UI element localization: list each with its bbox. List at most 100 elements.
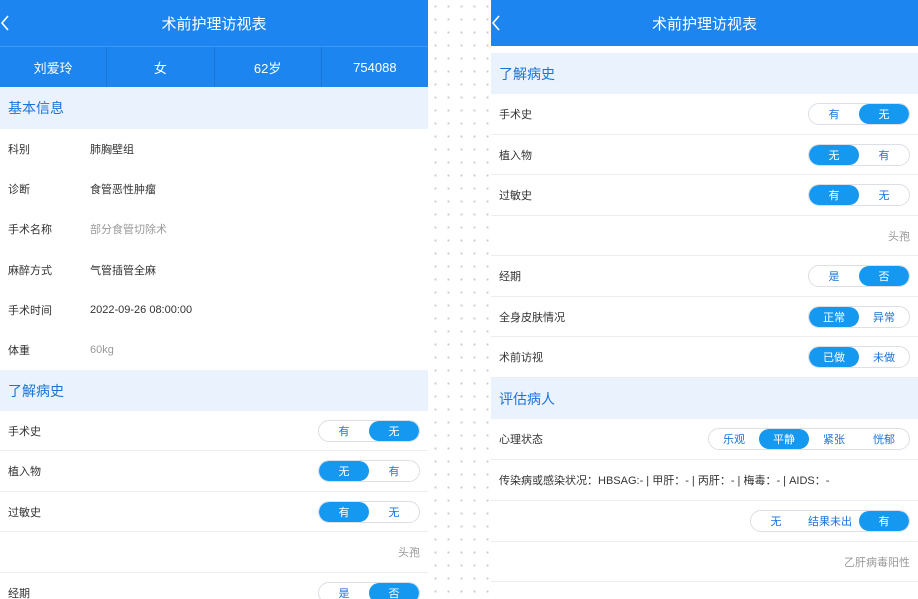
option-yes[interactable]: 有 bbox=[369, 461, 419, 481]
left-screen: 术前护理访视表 刘爱玲 女 62岁 754088 基本信息 科别 肺胸壁组 诊断… bbox=[0, 0, 428, 599]
page-title: 术前护理访视表 bbox=[651, 15, 757, 33]
option-done[interactable]: 已做 bbox=[809, 347, 859, 367]
section-history: 了解病史 bbox=[0, 370, 428, 411]
info-label: 科别 bbox=[8, 144, 30, 156]
row-surgery-history: 手术史 有 无 bbox=[491, 94, 918, 135]
patient-id: 754088 bbox=[353, 59, 397, 75]
implant-toggle: 无 有 bbox=[318, 460, 420, 482]
row-surgery-history: 手术史 有 无 bbox=[0, 411, 428, 451]
row-mental-state: 心理状态 乐观 平静 紧张 恍郁 bbox=[491, 419, 918, 460]
surgery-history-toggle: 有 无 bbox=[318, 419, 420, 442]
option-yes[interactable]: 有 bbox=[809, 104, 859, 124]
row-label: 术前访视 bbox=[499, 352, 543, 364]
option-yes[interactable]: 是 bbox=[809, 266, 859, 286]
info-value: 2022-09-26 08:00:00 bbox=[90, 304, 193, 316]
info-value: 部分食管切除术 bbox=[90, 224, 167, 236]
chevron-left-icon bbox=[491, 15, 500, 31]
option-yes[interactable]: 有 bbox=[809, 185, 859, 205]
option-depressed[interactable]: 恍郁 bbox=[859, 429, 909, 449]
info-row-diagnosis: 诊断 食管恶性肿瘤 bbox=[0, 169, 428, 209]
row-label: 植入物 bbox=[8, 466, 41, 478]
info-label: 手术名称 bbox=[8, 224, 52, 236]
row-label: 心理状态 bbox=[499, 434, 543, 446]
option-abnormal[interactable]: 异常 bbox=[859, 307, 909, 327]
row-allergy: 过敏史 有 无 bbox=[491, 175, 918, 216]
option-no[interactable]: 无 bbox=[369, 502, 419, 522]
option-nervous[interactable]: 紧张 bbox=[809, 429, 859, 449]
allergy-note[interactable]: 头孢 bbox=[0, 532, 428, 573]
menstruation-toggle: 是 否 bbox=[808, 265, 910, 287]
row-label: 全身皮肤情况 bbox=[499, 311, 565, 324]
infection-status-text: 传染病或感染状况：HBSAG:- | 甲肝：- | 丙肝：- | 梅毒：- | … bbox=[491, 460, 918, 501]
row-label: 植入物 bbox=[499, 149, 532, 162]
allergy-toggle: 有 无 bbox=[318, 500, 420, 523]
back-button[interactable] bbox=[491, 0, 515, 46]
option-yes[interactable]: 有 bbox=[319, 501, 369, 522]
info-row-surgery-name: 手术名称 部分食管切除术 bbox=[0, 209, 428, 249]
info-label: 诊断 bbox=[8, 184, 30, 196]
row-allergy: 过敏史 有 无 bbox=[0, 492, 428, 532]
option-no[interactable]: 否 bbox=[369, 582, 419, 599]
back-button[interactable] bbox=[0, 0, 24, 46]
row-implant: 植入物 无 有 bbox=[491, 135, 918, 175]
preop-visit-toggle: 已做 未做 bbox=[808, 346, 910, 368]
patient-name: 刘爱玲 bbox=[0, 47, 108, 87]
implant-toggle: 无 有 bbox=[808, 143, 910, 166]
option-yes[interactable]: 是 bbox=[319, 583, 369, 599]
allergy-toggle: 有 无 bbox=[808, 184, 910, 206]
section-history: 了解病史 bbox=[491, 53, 918, 94]
option-normal[interactable]: 正常 bbox=[809, 306, 859, 327]
row-implant: 植入物 无 有 bbox=[0, 451, 428, 492]
info-row-anesthesia: 麻醉方式 气管插管全麻 bbox=[0, 249, 428, 290]
option-no[interactable]: 无 bbox=[859, 185, 909, 205]
row-infection: 无 结果未出 有 bbox=[491, 501, 918, 542]
menstruation-toggle: 是 否 bbox=[318, 581, 420, 599]
row-label: 过敏史 bbox=[8, 506, 41, 519]
mental-state-toggle: 乐观 平静 紧张 恍郁 bbox=[708, 428, 910, 450]
info-row-weight: 体重 60kg bbox=[0, 330, 428, 370]
row-preop-visit: 术前访视 已做 未做 bbox=[491, 337, 918, 378]
info-label: 手术时间 bbox=[8, 305, 52, 317]
option-no[interactable]: 无 bbox=[369, 420, 419, 441]
row-label: 经期 bbox=[8, 587, 30, 599]
row-label: 过敏史 bbox=[499, 190, 532, 202]
patient-bar: 刘爱玲 女 62岁 754088 bbox=[0, 46, 428, 87]
info-row-surgery-time: 手术时间 2022-09-26 08:00:00 bbox=[0, 290, 428, 330]
infection-note[interactable]: 乙肝病毒阳性 bbox=[491, 542, 918, 582]
nav-bar: 术前护理访视表 bbox=[0, 0, 428, 46]
option-yes[interactable]: 有 bbox=[319, 421, 369, 441]
option-pending[interactable]: 结果未出 bbox=[801, 511, 859, 531]
spacer bbox=[491, 46, 918, 53]
row-skin: 全身皮肤情况 正常 异常 bbox=[491, 297, 918, 337]
option-no[interactable]: 无 bbox=[809, 144, 859, 165]
option-no[interactable]: 无 bbox=[859, 104, 909, 124]
option-no[interactable]: 无 bbox=[319, 461, 369, 481]
info-value: 食管恶性肿瘤 bbox=[90, 184, 156, 196]
page-title: 术前护理访视表 bbox=[161, 15, 267, 33]
option-optimistic[interactable]: 乐观 bbox=[709, 429, 759, 449]
allergy-note[interactable]: 头孢 bbox=[491, 216, 918, 256]
skin-toggle: 正常 异常 bbox=[808, 305, 910, 328]
row-label: 手术史 bbox=[8, 425, 41, 438]
infection-toggle: 无 结果未出 有 bbox=[750, 510, 910, 532]
option-no[interactable]: 否 bbox=[859, 266, 909, 286]
option-yes[interactable]: 有 bbox=[859, 145, 909, 165]
option-not-done[interactable]: 未做 bbox=[859, 347, 909, 367]
row-menstruation: 经期 是 否 bbox=[491, 256, 918, 297]
row-label: 手术史 bbox=[499, 109, 532, 121]
section-basic-info: 基本信息 bbox=[0, 87, 428, 129]
info-value: 气管插管全麻 bbox=[90, 264, 156, 277]
info-value: 肺胸壁组 bbox=[90, 144, 134, 156]
info-label: 体重 bbox=[8, 345, 30, 357]
patient-gender: 女 bbox=[107, 47, 215, 87]
option-calm[interactable]: 平静 bbox=[759, 429, 809, 449]
info-value: 60kg bbox=[90, 344, 114, 356]
right-screen: 术前护理访视表 了解病史 手术史 有 无 植入物 无 有 过敏史 有 无 头孢 … bbox=[491, 0, 918, 599]
option-none[interactable]: 无 bbox=[751, 511, 801, 531]
nav-bar: 术前护理访视表 bbox=[491, 0, 918, 46]
option-yes[interactable]: 有 bbox=[859, 511, 909, 531]
info-row-department: 科别 肺胸壁组 bbox=[0, 129, 428, 169]
row-menstruation: 经期 是 否 bbox=[0, 573, 428, 599]
chevron-left-icon bbox=[0, 15, 9, 31]
section-assessment: 评估病人 bbox=[491, 378, 918, 419]
